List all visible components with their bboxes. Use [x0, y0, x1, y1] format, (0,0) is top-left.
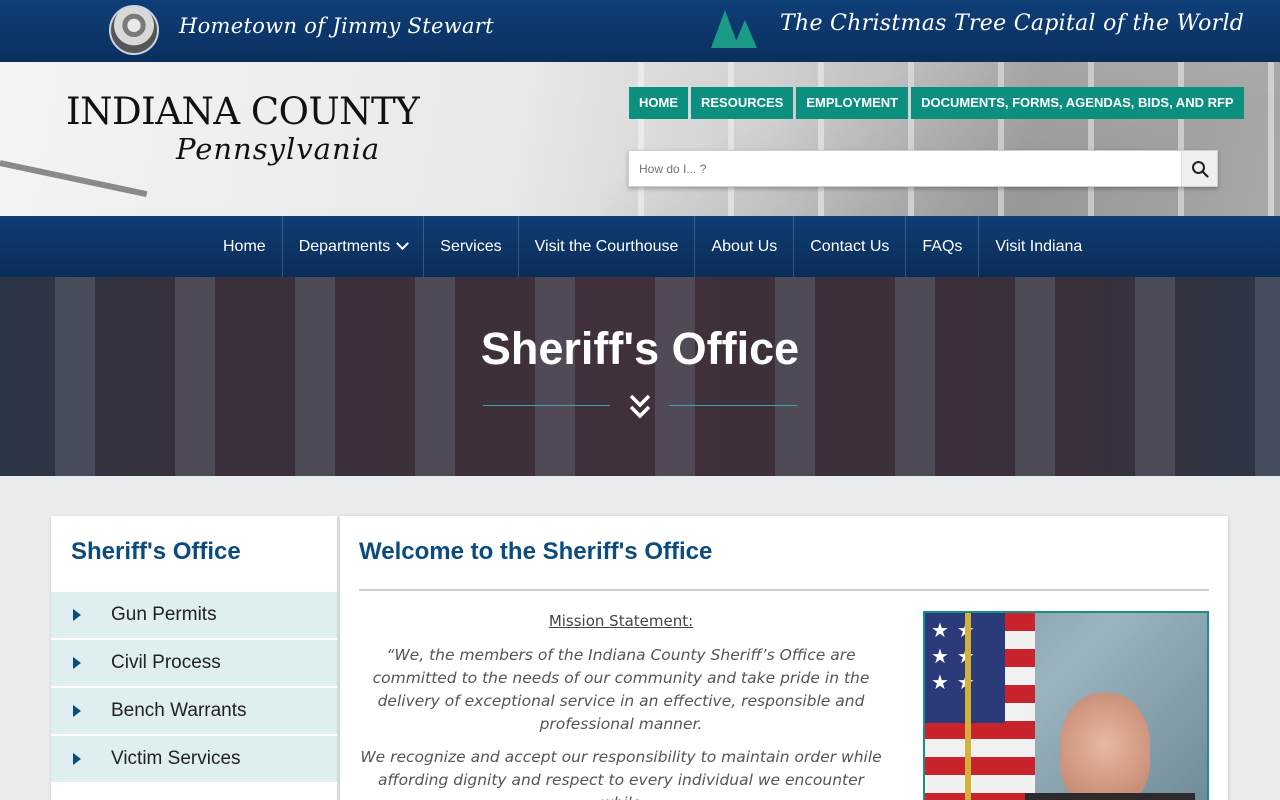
utility-nav-resources[interactable]: RESOURCES [691, 87, 794, 119]
caret-right-icon [73, 657, 81, 669]
flag-rope [965, 613, 971, 800]
utility-nav-home[interactable]: HOME [629, 87, 688, 119]
nav-contact-us-label: Contact Us [810, 237, 890, 255]
sidebar-title: Sheriff's Office [71, 538, 241, 565]
sidebar-item-label: Gun Permits [111, 604, 217, 625]
mission-paragraph-2: We recognize and accept our responsibili… [360, 748, 882, 800]
search-icon [1191, 160, 1209, 178]
hero-banner: Sheriff's Office [0, 277, 1280, 476]
utility-nav-documents[interactable]: DOCUMENTS, FORMS, AGENDAS, BIDS, AND RFP [911, 87, 1244, 119]
logo-county-name: INDIANA COUNTY [66, 90, 420, 133]
caret-right-icon [73, 705, 81, 717]
christmas-tree-icon [711, 10, 757, 48]
logo-state-name: Pennsylvania [176, 132, 381, 166]
mission-statement: Mission Statement: “We, the members of t… [360, 612, 882, 800]
nav-visit-courthouse[interactable]: Visit the Courthouse [519, 216, 696, 277]
christmas-tree-tagline: The Christmas Tree Capital of the World [780, 11, 1245, 36]
nav-home-label: Home [223, 237, 266, 255]
search-bar [628, 150, 1218, 187]
nav-faqs[interactable]: FAQs [906, 216, 980, 277]
content-divider [359, 589, 1209, 591]
american-flag-image: ★★ ★★ ★★ [925, 613, 1035, 800]
nav-faqs-label: FAQs [922, 237, 963, 255]
sidebar-item-label: Civil Process [111, 652, 221, 673]
jimmy-stewart-portrait [109, 5, 159, 55]
nav-contact-us[interactable]: Contact Us [794, 216, 907, 277]
utility-nav: HOME RESOURCES EMPLOYMENT DOCUMENTS, FOR… [629, 87, 1244, 119]
main-content: Welcome to the Sheriff's Office Mission … [340, 516, 1228, 800]
sheriff-face [1060, 693, 1150, 800]
nav-visit-courthouse-label: Visit the Courthouse [534, 237, 679, 255]
nav-services-label: Services [440, 237, 502, 255]
sheriff-uniform [1025, 793, 1195, 800]
double-chevron-down-icon[interactable] [628, 393, 652, 421]
sidebar-item-civil-process[interactable]: Civil Process [51, 640, 337, 686]
sheriff-portrait: ★★ ★★ ★★ [923, 611, 1209, 800]
nav-about-us-label: About Us [711, 237, 778, 255]
mission-heading: Mission Statement: [548, 612, 694, 630]
nav-about-us[interactable]: About Us [695, 216, 795, 277]
search-button[interactable] [1181, 151, 1217, 186]
top-banner: Hometown of Jimmy Stewart The Christmas … [0, 0, 1280, 62]
hometown-tagline: Hometown of Jimmy Stewart [179, 14, 494, 38]
sidebar-menu: Gun Permits Civil Process Bench Warrants… [51, 592, 337, 784]
caret-right-icon [73, 609, 81, 621]
caret-right-icon [73, 753, 81, 765]
nav-visit-indiana-label: Visit Indiana [995, 237, 1083, 255]
content-title: Welcome to the Sheriff's Office [359, 538, 713, 565]
sidebar-item-bench-warrants[interactable]: Bench Warrants [51, 688, 337, 734]
nav-visit-indiana[interactable]: Visit Indiana [979, 216, 1098, 277]
nav-departments[interactable]: Departments [283, 216, 425, 277]
utility-nav-employment[interactable]: EMPLOYMENT [796, 87, 909, 119]
nav-services[interactable]: Services [424, 216, 519, 277]
county-logo[interactable]: INDIANA COUNTY Pennsylvania [66, 90, 426, 186]
mission-paragraph-1: “We, the members of the Indiana County S… [372, 646, 870, 733]
sidebar-item-victim-services[interactable]: Victim Services [51, 736, 337, 782]
sidebar-item-label: Victim Services [111, 748, 241, 769]
hero-divider-left [483, 405, 610, 406]
main-nav: Home Departments Services Visit the Cour… [0, 216, 1280, 277]
nav-home[interactable]: Home [207, 216, 283, 277]
search-input[interactable] [629, 151, 1181, 186]
nav-departments-label: Departments [298, 237, 391, 255]
sidebar-item-label: Bench Warrants [111, 700, 247, 721]
flag-stars: ★★ ★★ ★★ [931, 618, 983, 694]
hero-overlay [0, 277, 1280, 476]
chevron-down-icon [396, 237, 410, 251]
courthouse-background [600, 62, 1280, 216]
sidebar-item-gun-permits[interactable]: Gun Permits [51, 592, 337, 638]
sidebar: Sheriff's Office Gun Permits Civil Proce… [51, 516, 337, 800]
page-title: Sheriff's Office [480, 323, 800, 374]
hero-divider-right [669, 405, 797, 406]
